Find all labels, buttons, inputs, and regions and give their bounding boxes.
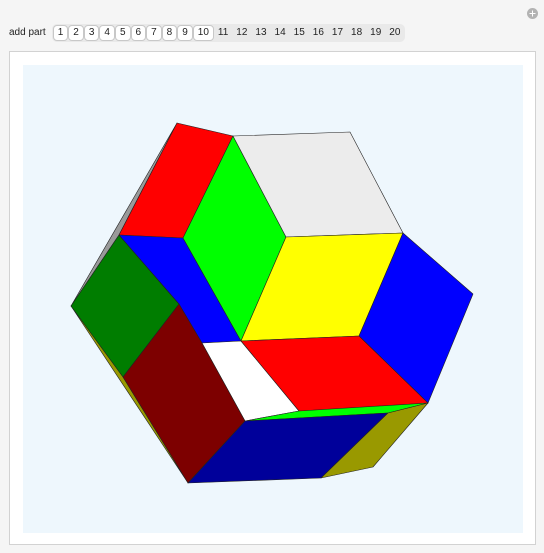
part-button-19[interactable]: 19	[366, 25, 385, 41]
part-button-3[interactable]: 3	[83, 25, 100, 41]
add-part-label: add part	[9, 27, 46, 38]
part-button-15[interactable]: 15	[290, 25, 309, 41]
part-button-4[interactable]: 4	[99, 25, 115, 41]
part-button-6[interactable]: 6	[130, 25, 147, 41]
part-button-11[interactable]: 11	[214, 25, 232, 41]
part-button-18[interactable]: 18	[347, 25, 366, 41]
part-button-5[interactable]: 5	[114, 25, 131, 41]
part-button-16[interactable]: 16	[309, 25, 328, 41]
add-part-toolbar: add part 1 2 3 4 5 6 7 8 9 10 11 12 13 14 15 16 17 18 19 20	[9, 24, 406, 42]
part-button-12[interactable]: 12	[232, 25, 251, 41]
part-button-20[interactable]: 20	[385, 25, 404, 41]
part-button-10[interactable]: 10	[192, 25, 214, 41]
part-button-7[interactable]: 7	[146, 25, 162, 41]
part-button-17[interactable]: 17	[328, 25, 347, 41]
part-button-2[interactable]: 2	[68, 25, 84, 41]
part-button-8[interactable]: 8	[161, 25, 178, 41]
plus-circle-icon[interactable]	[527, 8, 538, 19]
app-window: add part 1 2 3 4 5 6 7 8 9 10 11 12 13 14 15 16 17 18 19 20	[0, 0, 544, 553]
part-button-group: 1 2 3 4 5 6 7 8 9 10 11 12 13 14 15 16 17 18 19 20	[51, 24, 406, 42]
part-button-1[interactable]: 1	[52, 25, 69, 41]
polyhedron-viewport[interactable]	[23, 65, 523, 533]
part-button-14[interactable]: 14	[271, 25, 290, 41]
graphics-panel	[9, 51, 536, 545]
polyhedron-graphic[interactable]	[23, 65, 523, 533]
part-button-9[interactable]: 9	[177, 25, 193, 41]
part-button-13[interactable]: 13	[251, 25, 270, 41]
